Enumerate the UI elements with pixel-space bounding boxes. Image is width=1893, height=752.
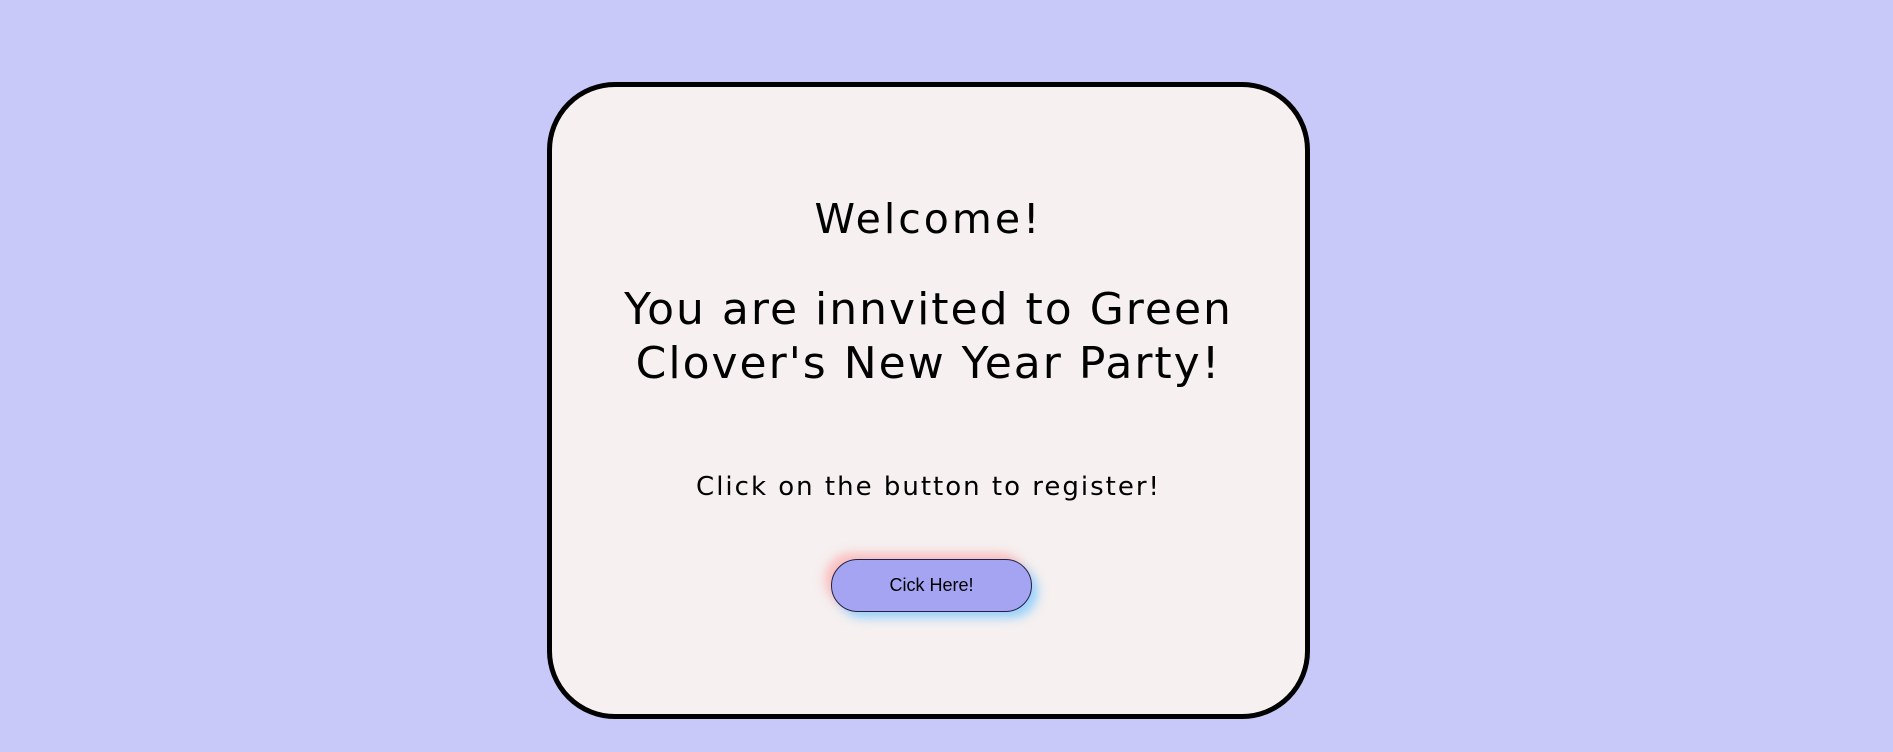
welcome-heading: Welcome! (814, 195, 1043, 243)
register-instruction: Click on the button to register! (696, 472, 1161, 502)
invitation-heading: You are innvited to Green Clover's New Y… (624, 284, 1233, 389)
invitation-card: Welcome! You are innvited to Green Clove… (547, 82, 1310, 719)
register-button[interactable]: Cick Here! (831, 559, 1032, 612)
